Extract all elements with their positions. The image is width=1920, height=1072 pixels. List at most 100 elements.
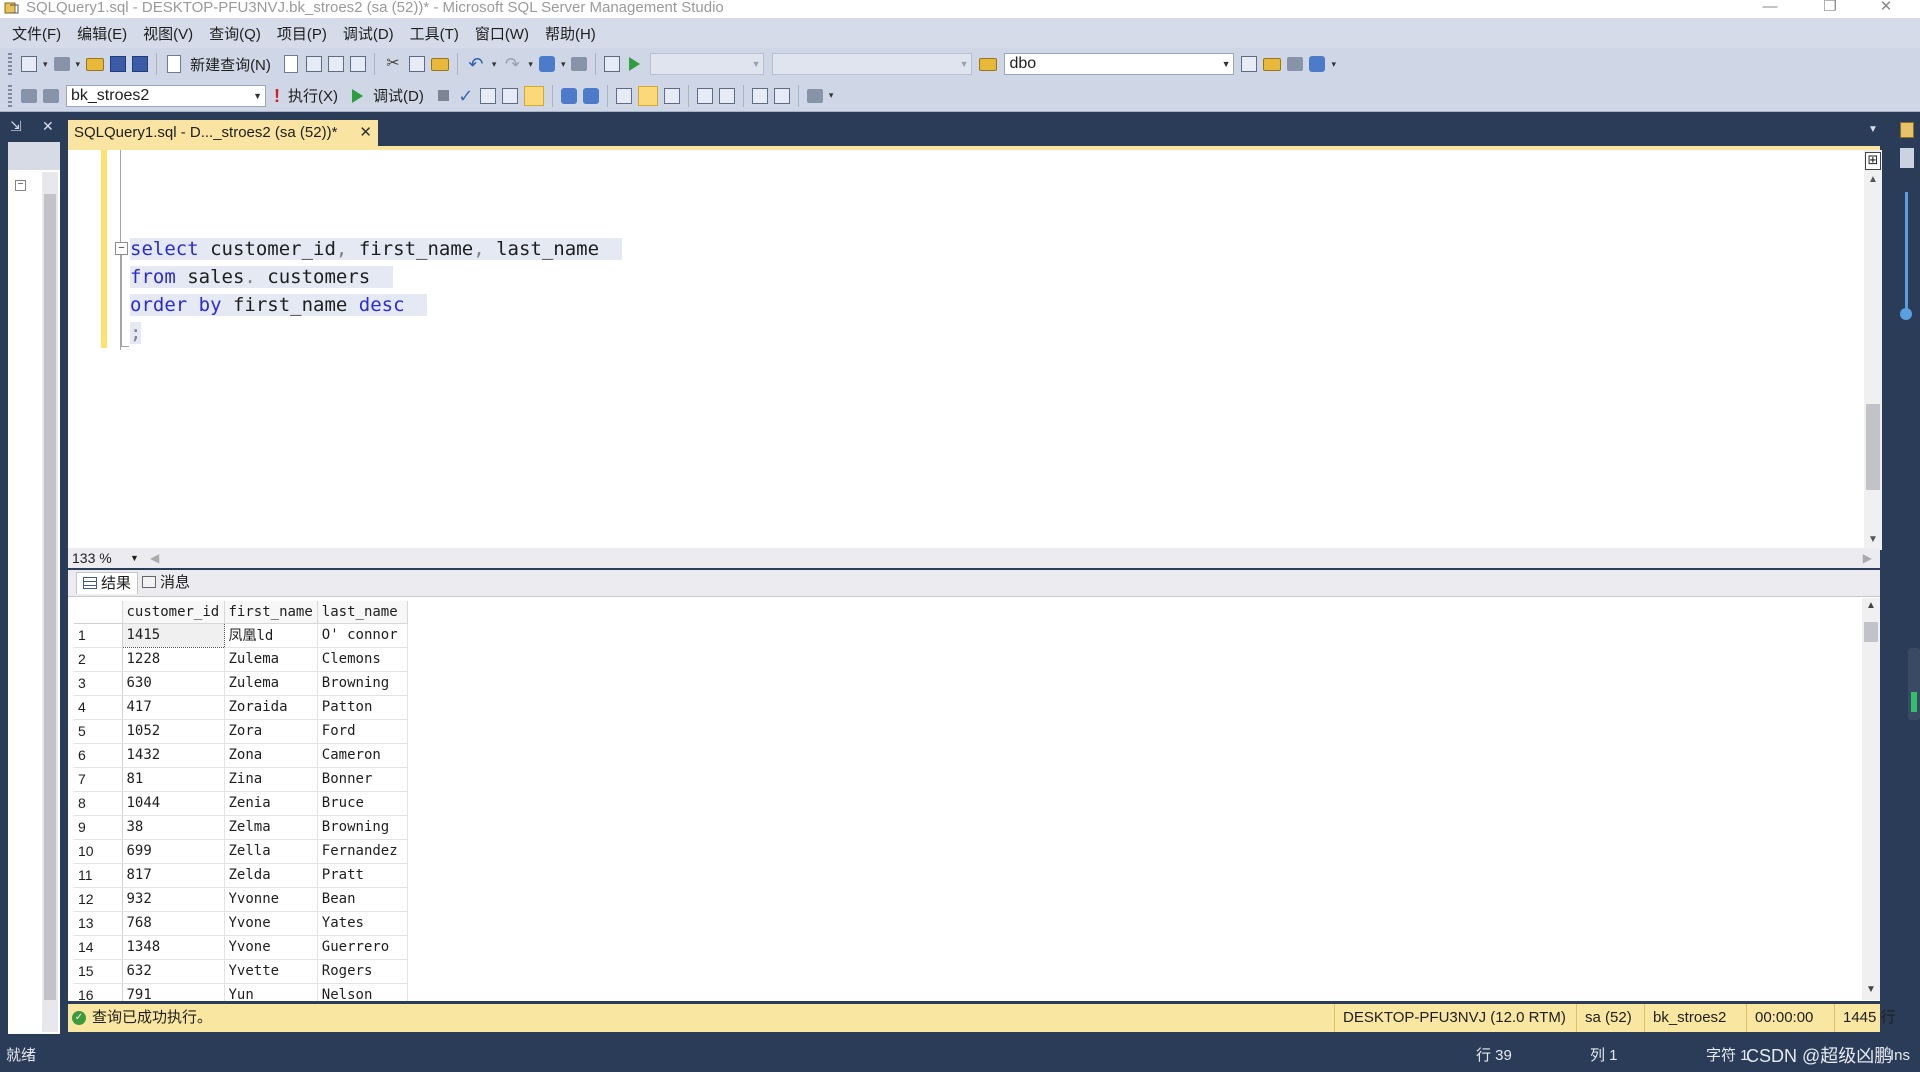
cell-customer-id[interactable]: 1044 xyxy=(122,791,225,816)
row-number[interactable]: 2 xyxy=(74,647,123,672)
tab-results[interactable]: 结果 xyxy=(76,572,139,594)
row-number[interactable]: 11 xyxy=(74,863,123,888)
split-window-icon[interactable]: ⊞ xyxy=(1865,152,1881,170)
cell-first-name[interactable]: Zona xyxy=(224,743,318,768)
cell-last-name[interactable]: Yates xyxy=(317,911,408,936)
cell-customer-id[interactable]: 791 xyxy=(122,983,225,1001)
tab-sqlquery1[interactable]: SQLQuery1.sql - D..._stroes2 (sa (52))* … xyxy=(68,120,378,146)
cell-last-name[interactable]: Cameron xyxy=(317,743,408,768)
row-number[interactable]: 10 xyxy=(74,839,123,864)
row-number-header[interactable] xyxy=(74,601,123,624)
menu-debug[interactable]: 调试(D) xyxy=(335,23,402,44)
menu-tools[interactable]: 工具(T) xyxy=(402,23,467,44)
new-project-icon[interactable] xyxy=(21,56,37,72)
xmla-query-icon[interactable] xyxy=(349,56,366,72)
cell-last-name[interactable]: Bruce xyxy=(317,791,408,816)
scroll-up-icon[interactable]: ▲ xyxy=(1866,600,1876,611)
menu-window[interactable]: 窗口(W) xyxy=(467,23,537,44)
chevron-down-icon[interactable]: ▾ xyxy=(561,59,566,70)
parse-icon[interactable]: ✓ xyxy=(457,85,475,107)
row-number[interactable]: 9 xyxy=(74,815,123,840)
cell-last-name[interactable]: Browning xyxy=(317,671,408,696)
solution-config-combo[interactable]: ▼ xyxy=(650,53,765,75)
chevron-down-icon[interactable]: ▾ xyxy=(528,59,533,70)
schema-combo[interactable]: dbo ▼ xyxy=(1004,53,1235,75)
properties-window-icon[interactable] xyxy=(1900,122,1914,138)
menu-file[interactable]: 文件(F) xyxy=(4,23,69,44)
menu-project[interactable]: 项目(P) xyxy=(269,23,335,44)
cell-first-name[interactable]: Zina xyxy=(224,767,318,792)
activity-monitor-icon[interactable] xyxy=(604,56,621,72)
query-designer-icon[interactable] xyxy=(501,87,518,104)
table-row[interactable]: 13 768 Yvone Yates xyxy=(74,911,408,936)
cell-first-name[interactable]: Zelma xyxy=(224,815,318,840)
cell-customer-id[interactable]: 817 xyxy=(122,863,225,888)
cell-last-name[interactable]: Rogers xyxy=(317,959,408,984)
specify-template-values-icon[interactable] xyxy=(806,88,823,103)
cell-first-name[interactable]: Zella xyxy=(224,839,318,864)
row-number[interactable]: 7 xyxy=(74,767,123,792)
results-to-text-icon[interactable] xyxy=(615,87,632,104)
comment-lines-icon[interactable] xyxy=(696,87,713,104)
debug-button[interactable]: 调试(D) xyxy=(373,85,424,106)
table-row[interactable]: 6 1432 Zona Cameron xyxy=(74,743,408,768)
row-number[interactable]: 12 xyxy=(74,887,123,912)
new-query-icon[interactable] xyxy=(167,55,182,73)
cell-first-name[interactable]: Yvonne xyxy=(224,887,318,912)
start-icon[interactable] xyxy=(629,57,641,71)
cell-customer-id[interactable]: 768 xyxy=(122,911,225,936)
new-query-button[interactable]: 新建查询(N) xyxy=(190,54,271,75)
chevron-down-icon[interactable]: ▾ xyxy=(1331,59,1336,70)
object-explorer-scrollbar[interactable] xyxy=(42,172,58,1032)
row-number[interactable]: 16 xyxy=(74,983,123,1001)
connect-icon[interactable] xyxy=(21,88,37,103)
solution-platform-combo[interactable]: ▼ xyxy=(772,53,973,75)
cell-last-name[interactable]: Bonner xyxy=(317,767,408,792)
chevron-down-icon[interactable]: ▼ xyxy=(130,548,139,568)
cell-first-name[interactable]: Zelda xyxy=(224,863,318,888)
paste-icon[interactable] xyxy=(430,58,449,71)
cell-first-name[interactable]: Zulema xyxy=(224,671,318,696)
cell-customer-id[interactable]: 932 xyxy=(122,887,225,912)
scroll-right-icon[interactable]: ▶ xyxy=(1863,548,1872,568)
zoom-level[interactable]: 133 % xyxy=(72,548,112,568)
chevron-down-icon[interactable]: ▼ xyxy=(1868,124,1878,135)
sql-code[interactable]: select customer_id, first_name, last_nam… xyxy=(130,235,622,347)
cell-customer-id[interactable]: 699 xyxy=(122,839,225,864)
table-row[interactable]: 10 699 Zella Fernandez xyxy=(74,839,408,864)
chevron-down-icon[interactable]: ▾ xyxy=(43,59,48,70)
cell-customer-id[interactable]: 630 xyxy=(122,671,225,696)
table-row[interactable]: 9 38 Zelma Browning xyxy=(74,815,408,840)
undo-icon[interactable]: ↶ xyxy=(465,53,487,75)
results-grid[interactable]: customer_id first_name last_name 1 1415 凤凰… xyxy=(68,596,1880,1001)
cell-first-name[interactable]: Yun xyxy=(224,983,318,1001)
cell-customer-id[interactable]: 1415 xyxy=(121,622,225,648)
results-to-grid-icon[interactable] xyxy=(637,85,658,106)
decrease-indent-icon[interactable] xyxy=(751,87,768,104)
minimize-button[interactable]: — xyxy=(1748,0,1792,16)
execute-icon[interactable]: ! xyxy=(272,85,282,107)
query-editor[interactable]: − select customer_id, first_name, last_n… xyxy=(68,150,1880,550)
cell-last-name[interactable]: O' connor xyxy=(317,623,408,648)
restore-button[interactable]: ❐ xyxy=(1808,0,1852,16)
scrollbar-thumb[interactable] xyxy=(1864,622,1878,642)
tab-messages[interactable]: 消息 xyxy=(142,572,190,594)
row-number[interactable]: 3 xyxy=(74,671,123,696)
row-number[interactable]: 1 xyxy=(74,623,123,648)
pin-icon[interactable]: ⇲ xyxy=(10,118,22,135)
scroll-left-icon[interactable]: ◀ xyxy=(150,548,159,568)
chevron-down-icon[interactable]: ▾ xyxy=(829,90,834,101)
cell-customer-id[interactable]: 1432 xyxy=(122,743,225,768)
scroll-up-icon[interactable]: ▲ xyxy=(1868,174,1878,185)
analysis-query-icon[interactable] xyxy=(305,56,322,72)
cell-first-name[interactable]: Zenia xyxy=(224,791,318,816)
column-header-last-name[interactable]: last_name xyxy=(317,601,408,624)
cell-customer-id[interactable]: 38 xyxy=(122,815,225,840)
toolbox-icon[interactable] xyxy=(1309,56,1326,72)
toolbox-icon[interactable] xyxy=(1900,148,1914,168)
cell-last-name[interactable]: Pratt xyxy=(317,863,408,888)
toolbar-grip[interactable] xyxy=(8,84,12,107)
database-engine-query-icon[interactable] xyxy=(283,55,298,73)
include-client-statistics-icon[interactable] xyxy=(582,87,599,104)
database-combo[interactable]: bk_stroes2 ▼ xyxy=(66,84,266,107)
